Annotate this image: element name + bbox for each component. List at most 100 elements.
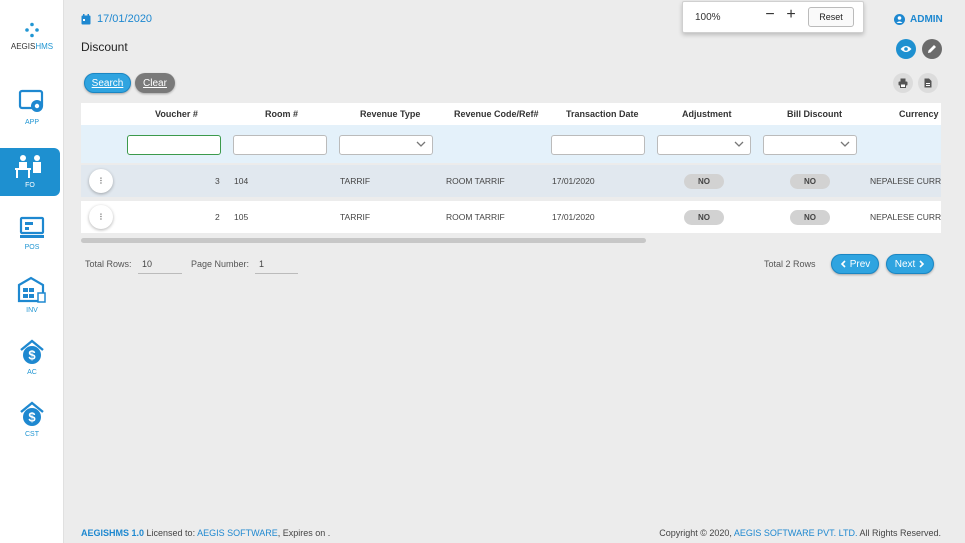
horizontal-scrollbar[interactable] — [81, 238, 646, 243]
adjustment-badge: NO — [684, 210, 724, 225]
zoom-level: 100% — [695, 12, 721, 23]
zoom-control: 100% − + Reset — [682, 1, 864, 33]
cell-revenue-type: TARRIF — [340, 176, 371, 186]
view-button[interactable] — [896, 39, 916, 59]
zoom-reset-button[interactable]: Reset — [808, 7, 854, 27]
table-row[interactable]: ⁝ 2 105 TARRIF ROOM TARRIF 17/01/2020 NO… — [81, 201, 941, 233]
app-settings-icon — [18, 89, 44, 112]
user-name: ADMIN — [910, 14, 943, 25]
cell-voucher: 3 — [215, 176, 220, 186]
adjustment-badge: NO — [684, 174, 724, 189]
sidebar-item-label: AC — [27, 369, 37, 376]
cell-room: 105 — [234, 212, 249, 222]
licensee-link[interactable]: AEGIS SOFTWARE — [197, 528, 278, 538]
cell-currency: NEPALESE CURRENCY — [870, 176, 941, 186]
zoom-out-button[interactable]: − — [763, 6, 777, 24]
pencil-icon — [928, 45, 936, 53]
sidebar-item-inv[interactable]: INV — [0, 276, 64, 328]
column-header-transaction-date[interactable]: Transaction Date — [566, 109, 639, 119]
sidebar-item-ac[interactable]: $ AC — [0, 338, 64, 390]
cell-room: 104 — [234, 176, 249, 186]
footer-copyright: Copyright © 2020, AEGIS SOFTWARE PVT. LT… — [659, 528, 941, 538]
adjustment-filter-select[interactable] — [657, 135, 751, 155]
product-version: AEGISHMS 1.0 — [81, 528, 145, 538]
page-title: Discount — [81, 40, 128, 54]
prev-label: Prev — [849, 258, 871, 270]
voucher-filter-input[interactable] — [127, 135, 221, 155]
prev-button[interactable]: Prev — [831, 254, 879, 274]
sidebar-item-label: POS — [24, 244, 40, 251]
zoom-in-button[interactable]: + — [784, 6, 798, 24]
next-button[interactable]: Next — [886, 254, 934, 274]
cell-transaction-date: 17/01/2020 — [552, 212, 595, 222]
cell-revenue-type: TARRIF — [340, 212, 371, 222]
app-logo[interactable]: AEGISHMS — [0, 22, 64, 51]
clear-button[interactable]: Clear — [135, 73, 175, 93]
column-header-revenue-type[interactable]: Revenue Type — [360, 109, 420, 119]
discount-grid: Voucher # Room # Revenue Type Revenue Co… — [81, 103, 941, 235]
date-text: 17/01/2020 — [97, 13, 153, 25]
total-rows-text: Total 2 Rows — [764, 259, 816, 269]
user-menu[interactable]: ADMIN — [894, 14, 943, 25]
transaction-date-filter-input[interactable] — [551, 135, 645, 155]
column-header-currency[interactable]: Currency — [899, 109, 939, 119]
column-header-voucher[interactable]: Voucher # — [155, 109, 198, 119]
copyright-text: Copyright © 2020, — [659, 528, 734, 538]
bill-discount-badge: NO — [790, 210, 830, 225]
print-button[interactable] — [893, 73, 913, 93]
chevron-left-icon — [840, 260, 846, 268]
sidebar-item-label: CST — [25, 431, 39, 438]
svg-text:$: $ — [28, 410, 36, 425]
edit-button[interactable] — [922, 39, 942, 59]
table-row[interactable]: ⁝ 3 104 TARRIF ROOM TARRIF 17/01/2020 NO… — [81, 165, 941, 197]
chevron-down-icon — [840, 141, 850, 147]
cost-icon: $ — [20, 401, 44, 426]
column-header-adjustment[interactable]: Adjustment — [682, 109, 732, 119]
cell-currency: NEPALESE CURRENCY — [870, 212, 941, 222]
export-button[interactable] — [918, 73, 938, 93]
user-icon — [894, 14, 905, 25]
rights-text: All Rights Reserved. — [857, 528, 941, 538]
column-header-room[interactable]: Room # — [265, 109, 298, 119]
front-office-icon — [15, 155, 41, 178]
svg-text:$: $ — [28, 348, 36, 363]
company-link[interactable]: AEGIS SOFTWARE PVT. LTD. — [734, 528, 858, 538]
total-rows-input[interactable]: 10 — [138, 254, 182, 274]
sidebar-item-pos[interactable]: POS — [0, 215, 64, 267]
cell-voucher: 2 — [215, 212, 220, 222]
sidebar-item-fo[interactable]: FO — [0, 148, 60, 196]
logo-icon — [25, 22, 39, 38]
header-date: 17/01/2020 — [81, 13, 152, 25]
sidebar-item-cst[interactable]: $ CST — [0, 400, 64, 452]
column-header-bill-discount[interactable]: Bill Discount — [787, 109, 842, 119]
row-menu-button[interactable]: ⁝ — [89, 205, 113, 229]
cell-revenue-code: ROOM TARRIF — [446, 212, 505, 222]
footer-license: AEGISHMS 1.0 Licensed to: AEGIS SOFTWARE… — [81, 528, 330, 538]
search-button[interactable]: Search — [84, 73, 131, 93]
inventory-icon — [17, 276, 46, 303]
chevron-right-icon — [919, 260, 925, 268]
chevron-down-icon — [734, 141, 744, 147]
filter-row — [81, 125, 941, 163]
licensed-text: Licensed to: — [144, 528, 198, 538]
pos-icon — [19, 216, 45, 238]
page-number-label: Page Number: — [191, 259, 250, 269]
cell-transaction-date: 17/01/2020 — [552, 176, 595, 186]
logo-text: AEGISHMS — [10, 42, 54, 51]
room-filter-input[interactable] — [233, 135, 327, 155]
printer-icon — [898, 78, 908, 88]
page-number-input[interactable]: 1 — [255, 254, 298, 274]
eye-icon — [900, 46, 912, 52]
sidebar-item-app[interactable]: APP — [0, 88, 64, 140]
sidebar-item-label: INV — [26, 307, 38, 314]
revenue-type-filter-select[interactable] — [339, 135, 433, 155]
accounts-icon: $ — [20, 339, 44, 364]
document-icon — [924, 78, 932, 88]
chevron-down-icon — [416, 141, 426, 147]
row-menu-button[interactable]: ⁝ — [89, 169, 113, 193]
sidebar: AEGISHMS APP FO POS INV $ AC $ CST — [0, 0, 64, 543]
column-header-revenue-code[interactable]: Revenue Code/Ref# — [454, 109, 539, 119]
bill-discount-badge: NO — [790, 174, 830, 189]
bill-discount-filter-select[interactable] — [763, 135, 857, 155]
total-rows-label: Total Rows: — [85, 259, 132, 269]
